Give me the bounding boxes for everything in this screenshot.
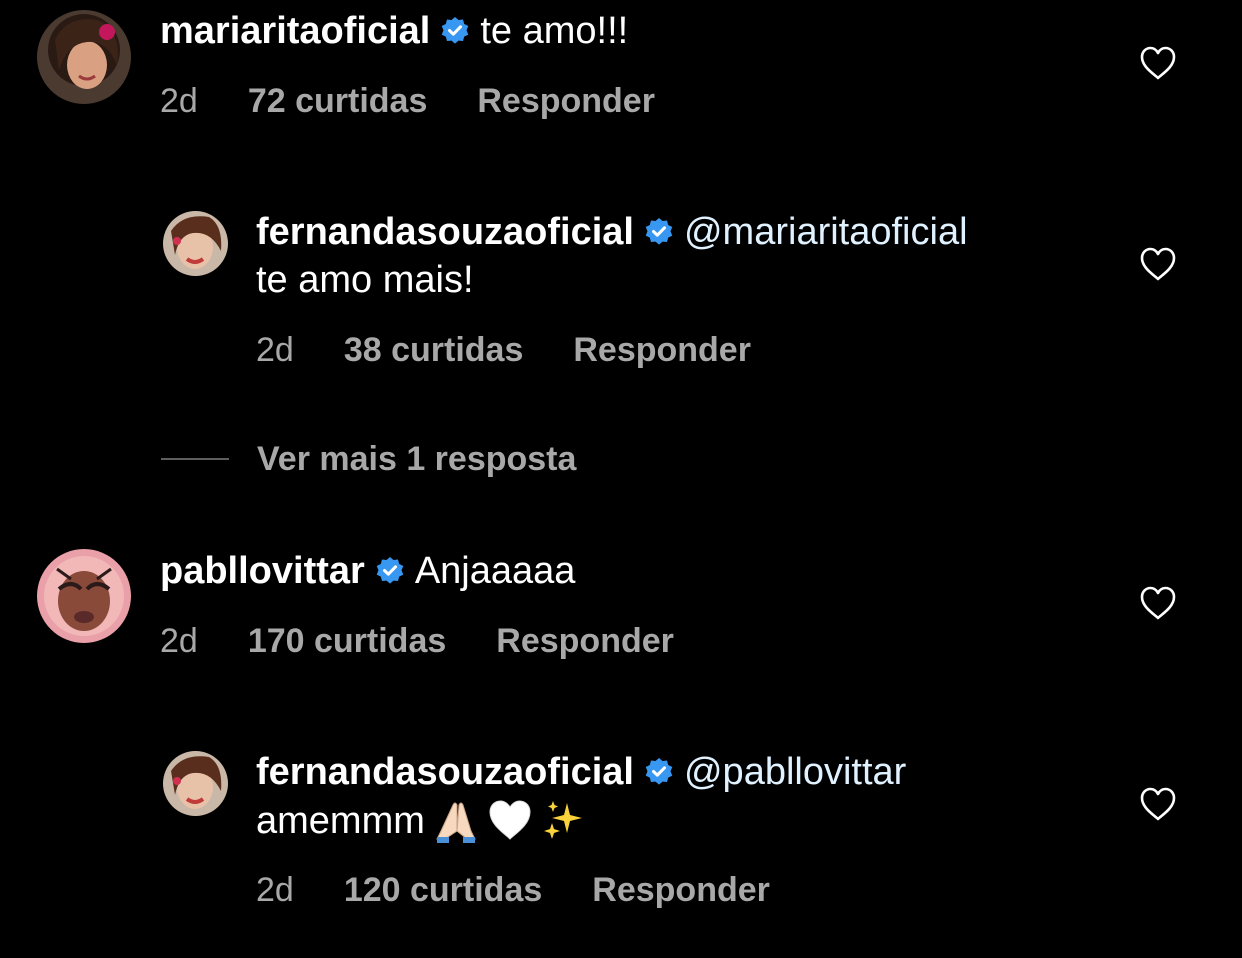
verified-badge-icon	[644, 757, 674, 787]
white-heart-emoji	[487, 797, 533, 843]
heart-outline-icon[interactable]	[1139, 585, 1177, 621]
folded-hands-emoji	[433, 797, 479, 843]
verified-badge-icon	[375, 556, 405, 586]
likes-count-link[interactable]: 72 curtidas	[248, 81, 428, 121]
comment-username[interactable]: fernandasouzaoficial	[256, 751, 634, 793]
avatar[interactable]	[37, 10, 131, 104]
likes-count-link[interactable]: 38 curtidas	[344, 330, 524, 370]
comment-age: 2d	[256, 331, 294, 369]
comment-username[interactable]: fernandasouzaoficial	[256, 211, 634, 253]
view-more-replies-label: Ver mais 1 resposta	[257, 440, 577, 478]
heart-outline-icon[interactable]	[1139, 246, 1177, 282]
likes-count-link[interactable]: 170 curtidas	[248, 621, 446, 661]
divider	[161, 458, 229, 460]
reply-button[interactable]: Responder	[573, 330, 751, 370]
sparkles-emoji	[541, 797, 587, 843]
mention-link[interactable]: @pabllovittar	[684, 751, 906, 793]
verified-badge-icon	[440, 16, 470, 46]
comment-age: 2d	[256, 871, 294, 909]
mention-link[interactable]: @mariaritaoficial	[684, 211, 968, 253]
reply-button[interactable]: Responder	[592, 870, 770, 910]
verified-badge-icon	[644, 217, 674, 247]
avatar[interactable]	[37, 549, 131, 643]
comment-username[interactable]: mariaritaoficial	[160, 10, 430, 52]
avatar[interactable]	[163, 211, 228, 276]
comment-age: 2d	[160, 82, 198, 120]
comment-text: te amo mais!	[256, 259, 474, 301]
reply-button[interactable]: Responder	[496, 621, 674, 661]
comment-text: amemmm	[256, 800, 425, 842]
comment-text: Anjaaaaa	[414, 550, 576, 592]
avatar[interactable]	[163, 751, 228, 816]
reply-button[interactable]: Responder	[477, 81, 655, 121]
comment-text: te amo!!!	[480, 10, 629, 52]
heart-outline-icon[interactable]	[1139, 45, 1177, 81]
comment-username[interactable]: pabllovittar	[160, 550, 365, 592]
heart-outline-icon[interactable]	[1139, 786, 1177, 822]
comment-age: 2d	[160, 622, 198, 660]
likes-count-link[interactable]: 120 curtidas	[344, 870, 542, 910]
